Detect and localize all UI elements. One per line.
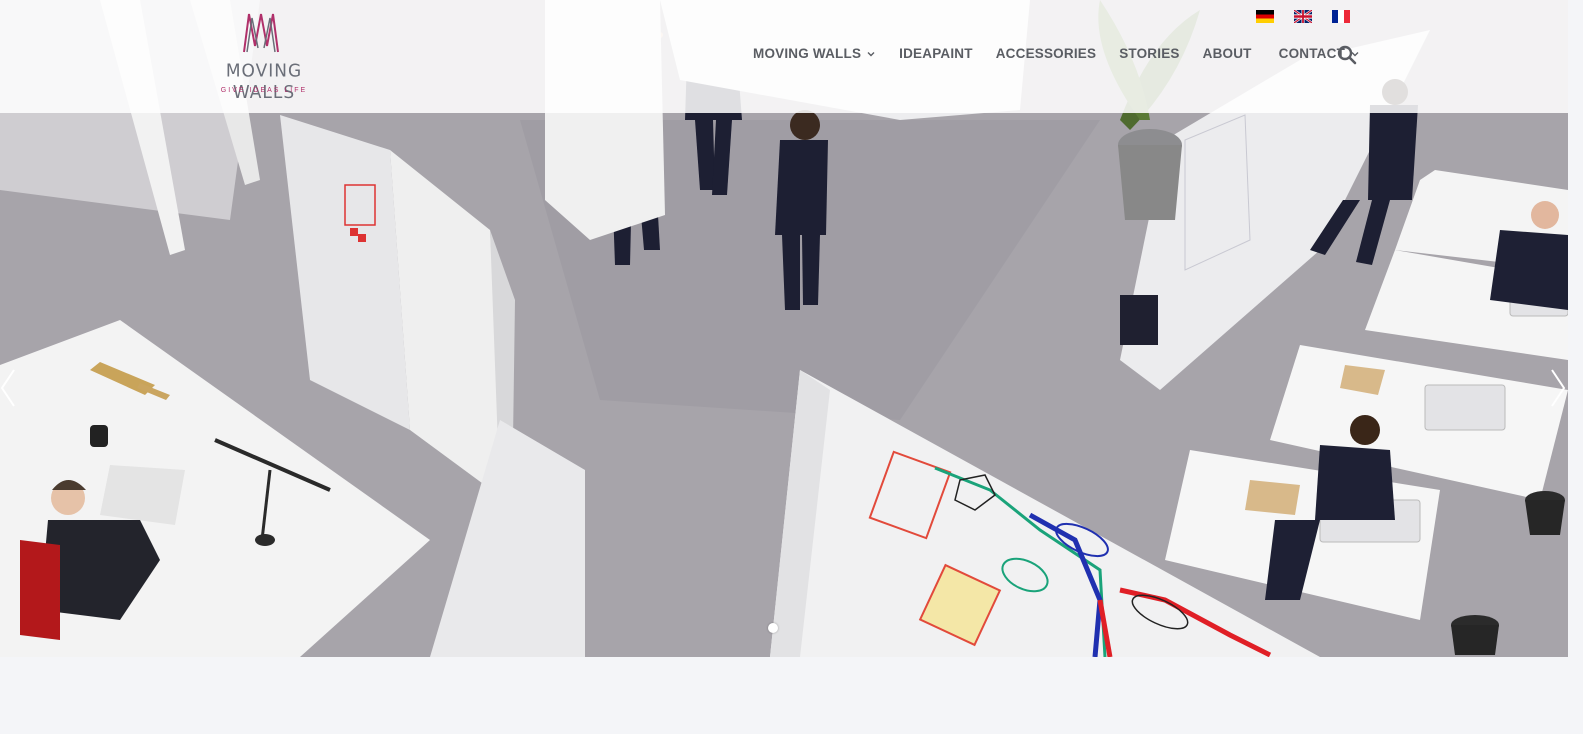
main-navigation: MOVING WALLS IDEAPAINT ACCESSORIES STORI… — [753, 46, 1359, 61]
nav-item-label: CONTACT — [1278, 46, 1346, 61]
flag-uk-icon[interactable] — [1294, 10, 1312, 23]
chevron-left-icon[interactable] — [0, 368, 16, 408]
nav-item-label: MOVING WALLS — [753, 46, 862, 61]
nav-item-label: ACCESSORIES — [995, 46, 1097, 61]
chevron-right-icon[interactable] — [1550, 368, 1566, 408]
logo-tagline: GIVE IDEAS LIFE — [220, 87, 308, 94]
nav-item-stories[interactable]: STORIES — [1119, 46, 1179, 61]
nav-item-accessories[interactable]: ACCESSORIES — [996, 46, 1096, 61]
language-switcher — [1256, 10, 1350, 23]
chevron-down-icon — [867, 51, 875, 56]
logo-mark-icon — [243, 13, 279, 53]
flag-france-icon[interactable] — [1332, 10, 1350, 23]
logo[interactable]: MOVING WALLS GIVE IDEAS LIFE — [197, 12, 331, 103]
search-icon[interactable] — [1337, 45, 1357, 65]
logo-wordmark: MOVING WALLS — [225, 61, 303, 103]
nav-item-label: STORIES — [1119, 46, 1180, 61]
slider-pagination-dot[interactable] — [768, 623, 778, 633]
nav-item-label: ABOUT — [1202, 46, 1252, 61]
nav-item-about[interactable]: ABOUT — [1203, 46, 1252, 61]
nav-item-ideapaint[interactable]: IDEAPAINT — [899, 46, 973, 61]
page-content-area — [0, 657, 1568, 734]
site-header: MOVING WALLS GIVE IDEAS LIFE MOVING WALL… — [0, 0, 1568, 113]
nav-item-moving-walls[interactable]: MOVING WALLS — [753, 46, 875, 61]
scrollbar-gutter — [1568, 0, 1583, 734]
nav-item-label: IDEAPAINT — [899, 46, 973, 61]
flag-germany-icon[interactable] — [1256, 10, 1274, 23]
